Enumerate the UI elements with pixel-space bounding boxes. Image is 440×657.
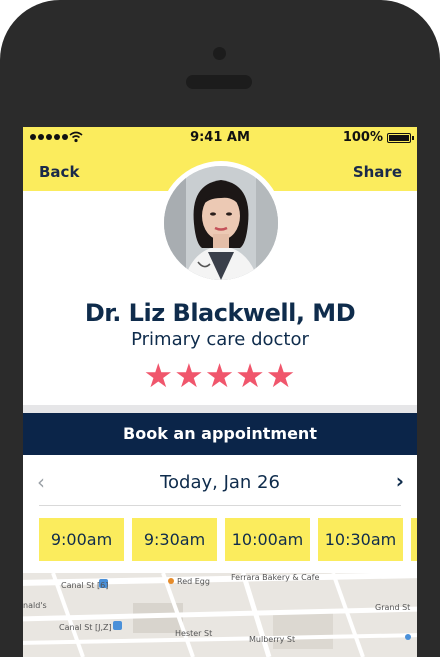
battery-icon	[387, 133, 414, 143]
app-screen: 9:41 AM 100% Back Share Dr. Liz Blackwel…	[23, 127, 417, 657]
book-appointment-bar[interactable]: Book an appointment	[23, 413, 417, 455]
map-label: Canal St [6]	[61, 581, 109, 590]
phone-frame: 9:41 AM 100% Back Share Dr. Liz Blackwel…	[0, 0, 440, 657]
location-map[interactable]: Canal St [6] Canal St [J,Z] Red Egg Ferr…	[23, 573, 417, 657]
battery-percent: 100%	[342, 130, 383, 145]
map-label: Mulberry St	[249, 635, 296, 644]
map-label: Ferrara Bakery & Cafe	[231, 573, 320, 582]
map-label: Grand St	[375, 603, 411, 612]
map-label: Canal St [J,Z]	[59, 623, 112, 632]
time-slot[interactable]: 9:00am	[39, 518, 124, 561]
map-label: nald's	[23, 601, 47, 610]
time-slot[interactable]: 10:30am	[318, 518, 403, 561]
back-button[interactable]: Back	[39, 163, 79, 181]
share-button[interactable]: Share	[353, 163, 402, 181]
time-slot-partial[interactable]	[411, 518, 417, 561]
time-slot-list: 9:00am 9:30am 10:00am 10:30am	[39, 518, 417, 561]
chevron-right-icon[interactable]: ›	[396, 469, 404, 493]
section-divider	[23, 405, 417, 413]
map-label: Hester St	[175, 629, 213, 638]
time-slot[interactable]: 9:30am	[132, 518, 217, 561]
time-slot[interactable]: 10:00am	[225, 518, 310, 561]
avatar-ring	[159, 161, 283, 285]
date-underline	[39, 505, 401, 506]
selected-date: Today, Jan 26	[160, 472, 280, 493]
map-label: Red Egg	[177, 577, 210, 586]
rating-stars: ★★★★★	[143, 356, 297, 395]
camera-dot	[213, 47, 226, 60]
date-selector: ‹ Today, Jan 26 ›	[23, 457, 417, 505]
status-bar: 9:41 AM 100%	[23, 127, 417, 149]
speaker-grille	[186, 75, 252, 89]
doctor-name: Dr. Liz Blackwell, MD	[84, 299, 356, 327]
doctor-specialty: Primary care doctor	[131, 329, 309, 350]
doctor-avatar	[164, 166, 278, 280]
